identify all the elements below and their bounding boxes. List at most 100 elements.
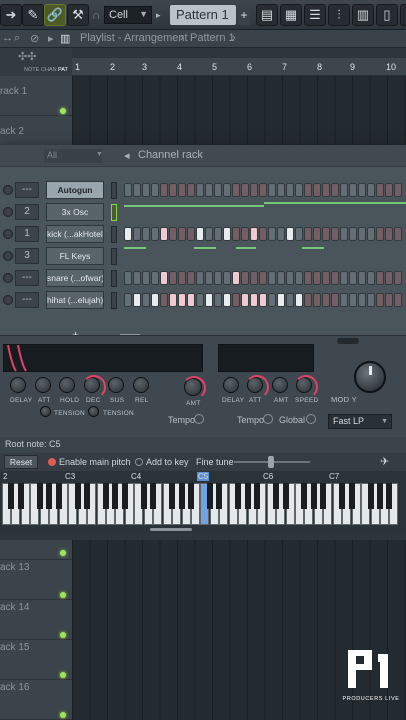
step-button[interactable] [376, 227, 384, 241]
step-button[interactable] [241, 227, 249, 241]
step-button[interactable] [322, 183, 330, 197]
step-button[interactable] [169, 293, 177, 307]
mixer-track[interactable]: --- [15, 182, 39, 198]
select-indicator[interactable] [111, 270, 117, 287]
tab-note[interactable]: NOTE [24, 67, 39, 73]
step-button[interactable] [133, 227, 141, 241]
step-sequencer[interactable] [124, 271, 402, 285]
channel-filter[interactable]: All [44, 149, 102, 163]
track-led[interactable] [60, 108, 66, 114]
channel-name[interactable]: FL Keys [46, 247, 104, 265]
zoom-icon[interactable]: ⌕ [14, 32, 20, 45]
step-button[interactable] [151, 271, 159, 285]
step-button[interactable] [385, 183, 393, 197]
black-key[interactable] [377, 483, 383, 509]
step-button[interactable] [304, 227, 312, 241]
draw-tool-icon[interactable]: ✎ [22, 4, 44, 26]
step-button[interactable] [331, 183, 339, 197]
step-button[interactable] [367, 293, 375, 307]
channel-row[interactable]: --- hihat (...elujah) [0, 290, 406, 311]
step-button[interactable] [313, 271, 321, 285]
step-button[interactable] [277, 293, 285, 307]
snap-icon[interactable]: ↔ [2, 32, 13, 44]
step-button[interactable] [142, 183, 150, 197]
step-button[interactable] [232, 227, 240, 241]
step-button[interactable] [340, 271, 348, 285]
step-button[interactable] [286, 293, 294, 307]
step-button[interactable] [385, 293, 393, 307]
step-button[interactable] [313, 293, 321, 307]
black-key[interactable] [121, 483, 128, 509]
black-key[interactable] [282, 483, 289, 509]
step-button[interactable] [259, 293, 267, 307]
step-button[interactable] [214, 271, 222, 285]
track-led[interactable] [60, 672, 66, 678]
select-indicator[interactable] [111, 204, 117, 221]
step-button[interactable] [277, 183, 285, 197]
step-sequencer[interactable] [124, 183, 402, 197]
step-button[interactable] [295, 183, 303, 197]
step-button[interactable] [349, 293, 357, 307]
step-button[interactable] [394, 271, 402, 285]
step-button[interactable] [151, 183, 159, 197]
step-button[interactable] [349, 271, 357, 285]
step-button[interactable] [250, 227, 258, 241]
step-button[interactable] [151, 293, 159, 307]
file-icon[interactable]: ▯ [376, 4, 398, 26]
black-key[interactable] [310, 483, 317, 509]
tab-pat[interactable]: PAT [58, 67, 68, 73]
black-key[interactable] [348, 483, 355, 509]
step-button[interactable] [133, 271, 141, 285]
step-button[interactable] [187, 271, 195, 285]
step-button[interactable] [124, 183, 132, 197]
black-key[interactable] [169, 483, 176, 509]
step-button[interactable] [160, 293, 168, 307]
note-preview-graph[interactable] [124, 202, 406, 223]
step-button[interactable] [223, 183, 231, 197]
channel-row[interactable]: 2 3x Osc [0, 202, 406, 223]
step-button[interactable] [214, 227, 222, 241]
step-sequencer[interactable] [124, 293, 402, 307]
track-header[interactable] [0, 540, 72, 560]
channel-name[interactable]: snare (...ofwar) [46, 269, 104, 287]
release-knob[interactable] [133, 377, 149, 393]
step-button[interactable] [268, 293, 276, 307]
step-button[interactable] [160, 271, 168, 285]
mixer-icon[interactable]: ⫶ [328, 4, 350, 26]
channel-led[interactable] [3, 273, 13, 283]
black-key[interactable] [46, 483, 53, 509]
step-button[interactable] [286, 271, 294, 285]
mixer-track[interactable]: 1 [15, 226, 39, 242]
step-button[interactable] [169, 227, 177, 241]
tension-knob[interactable] [40, 406, 51, 417]
time-ruler[interactable]: 1 2 3 4 5 6 7 8 9 10 [72, 58, 406, 76]
select-indicator[interactable] [111, 182, 117, 199]
step-button[interactable] [349, 183, 357, 197]
wave-icon[interactable]: ✣✣ [18, 50, 36, 63]
black-key[interactable] [17, 483, 24, 509]
step-button[interactable] [358, 227, 366, 241]
lfo-delay-knob[interactable] [223, 377, 239, 393]
tempo-sync-toggle[interactable] [263, 414, 273, 424]
channel-name[interactable]: hihat (...elujah) [46, 291, 104, 309]
step-button[interactable] [322, 227, 330, 241]
channel-row[interactable]: 1 kick (...akHotel) [0, 224, 406, 245]
step-button[interactable] [376, 183, 384, 197]
step-button[interactable] [394, 227, 402, 241]
step-button[interactable] [286, 227, 294, 241]
step-button[interactable] [124, 227, 132, 241]
step-button[interactable] [142, 293, 150, 307]
step-button[interactable] [268, 271, 276, 285]
track-header[interactable]: ack 14 [0, 600, 72, 640]
pattern-arrow-icon[interactable]: ▸ [156, 10, 161, 21]
mixer-track[interactable]: --- [15, 270, 39, 286]
step-button[interactable] [259, 183, 267, 197]
black-key[interactable] [8, 483, 15, 509]
track-header[interactable]: ack 13 [0, 560, 72, 600]
decay-knob[interactable] [82, 375, 106, 399]
step-button[interactable] [205, 293, 213, 307]
step-button[interactable] [304, 293, 312, 307]
step-button[interactable] [196, 271, 204, 285]
mod-y-knob[interactable] [354, 361, 386, 393]
channel-name[interactable]: kick (...akHotel) [46, 225, 104, 243]
